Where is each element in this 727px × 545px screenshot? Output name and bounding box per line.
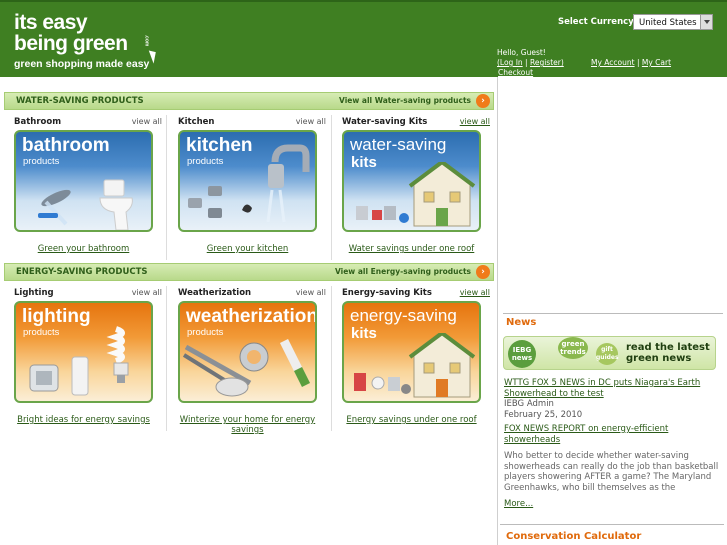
house-kit-image: [354, 333, 476, 398]
bathroom-products-card[interactable]: bathroom products: [14, 130, 153, 232]
view-all-link[interactable]: view all: [296, 117, 326, 126]
card-subtitle: products: [23, 156, 60, 167]
iebg-news-bubble: IEBG news: [508, 340, 536, 368]
green-trends-bubble: green trends: [558, 337, 588, 359]
view-all-water-link[interactable]: View all Water-saving products: [339, 96, 471, 105]
checkout-link[interactable]: Checkout: [498, 68, 533, 77]
card-caption-link[interactable]: Energy savings under one roof: [342, 415, 481, 425]
weatherstrip-image: [182, 338, 311, 397]
logo-line-2: being green: [14, 32, 128, 55]
view-all-link[interactable]: view all: [460, 117, 490, 126]
account-links: My Account | My Cart: [591, 58, 672, 67]
card-caption-link[interactable]: Bright ideas for energy savings: [14, 415, 153, 425]
site-logo[interactable]: its easy being green green shopping made…: [14, 12, 149, 70]
card-title: bathroom: [22, 135, 110, 156]
logo-tm: .com: [143, 34, 150, 47]
gift-guides-bubble: gift guides: [596, 343, 619, 365]
water-kits-card[interactable]: water-saving kits: [342, 130, 481, 232]
currency-label: Select Currency:: [558, 17, 638, 27]
category-name: Kitchen: [178, 117, 215, 127]
card-title: weatherization: [186, 306, 317, 327]
category-name: Bathroom: [14, 117, 62, 127]
news-item: WTTG FOX 5 NEWS in DC puts Niagara's Ear…: [504, 378, 720, 420]
section-title: ENERGY-SAVING PRODUCTS: [16, 267, 148, 277]
house-kit-image: [356, 162, 476, 227]
card-caption-link[interactable]: Green your kitchen: [178, 244, 317, 254]
section-title: WATER-SAVING PRODUCTS: [16, 96, 144, 106]
news-more-link[interactable]: More...: [504, 499, 720, 510]
toilet-showerhead-image: [38, 179, 133, 230]
login-link[interactable]: (Log In: [497, 58, 523, 67]
my-account-link[interactable]: My Account: [591, 58, 635, 67]
chevron-down-icon[interactable]: [700, 15, 712, 29]
conservation-calculator-title: Conservation Calculator: [506, 531, 642, 542]
arrow-right-icon[interactable]: ›: [476, 94, 490, 108]
logo-tagline: green shopping made easy: [14, 58, 150, 70]
news-link[interactable]: WTTG FOX 5 NEWS in DC puts Niagara's Ear…: [504, 378, 700, 399]
register-link[interactable]: Register): [530, 58, 564, 67]
guest-greeting: Hello, Guest! (Log In | Register): [497, 48, 564, 67]
energy-kits-card[interactable]: energy-saving kits: [342, 301, 481, 403]
category-name: Lighting: [14, 288, 54, 298]
view-all-energy-link[interactable]: View all Energy-saving products: [335, 267, 471, 276]
weatherization-products-card[interactable]: weatherization products: [178, 301, 317, 403]
card-caption-link[interactable]: Water savings under one roof: [342, 244, 481, 254]
divider: [166, 115, 167, 260]
divider: [166, 286, 167, 431]
news-date: February 25, 2010: [504, 409, 583, 420]
greeting-text: Hello, Guest!: [497, 48, 546, 57]
divider: [331, 115, 332, 260]
card-caption-link[interactable]: Green your bathroom: [14, 244, 153, 254]
divider: [500, 524, 724, 525]
news-author: IEBG Admin: [504, 399, 554, 409]
banner-text: read the latest green news: [626, 342, 710, 364]
view-all-link[interactable]: view all: [296, 288, 326, 297]
category-name: Weatherization: [178, 288, 252, 298]
card-title: water-saving: [350, 135, 447, 154]
view-all-link[interactable]: view all: [132, 288, 162, 297]
water-section-bar: WATER-SAVING PRODUCTS View all Water-sav…: [4, 92, 494, 110]
kitchen-products-card[interactable]: kitchen products: [178, 130, 317, 232]
mouse-cursor-icon: [148, 48, 160, 64]
arrow-right-icon[interactable]: ›: [476, 265, 490, 279]
logo-line-1: its easy: [14, 11, 88, 34]
view-all-link[interactable]: view all: [460, 288, 490, 297]
my-cart-link[interactable]: My Cart: [642, 58, 671, 67]
bulbs-image: [29, 326, 129, 396]
page: its easy being green green shopping made…: [0, 0, 727, 545]
news-body: Who better to decide whether water-savin…: [504, 451, 719, 493]
category-name: Water-saving Kits: [342, 117, 428, 127]
currency-value: United States: [639, 18, 697, 28]
energy-section-bar: ENERGY-SAVING PRODUCTS View all Energy-s…: [4, 263, 494, 281]
currency-select[interactable]: United States: [633, 14, 713, 30]
card-caption-link[interactable]: Winterize your home for energy savings: [178, 415, 317, 435]
news-link[interactable]: FOX NEWS REPORT on energy-efficient show…: [504, 424, 668, 445]
card-title: energy-saving: [350, 306, 457, 325]
category-name: Energy-saving Kits: [342, 288, 432, 298]
faucet-aerators-image: [188, 144, 310, 223]
lighting-products-card[interactable]: lighting products: [14, 301, 153, 403]
site-header: its easy being green green shopping made…: [0, 0, 727, 77]
divider: [331, 286, 332, 431]
view-all-link[interactable]: view all: [132, 117, 162, 126]
news-title: News: [506, 317, 537, 328]
news-item: FOX NEWS REPORT on energy-efficient show…: [504, 424, 720, 510]
